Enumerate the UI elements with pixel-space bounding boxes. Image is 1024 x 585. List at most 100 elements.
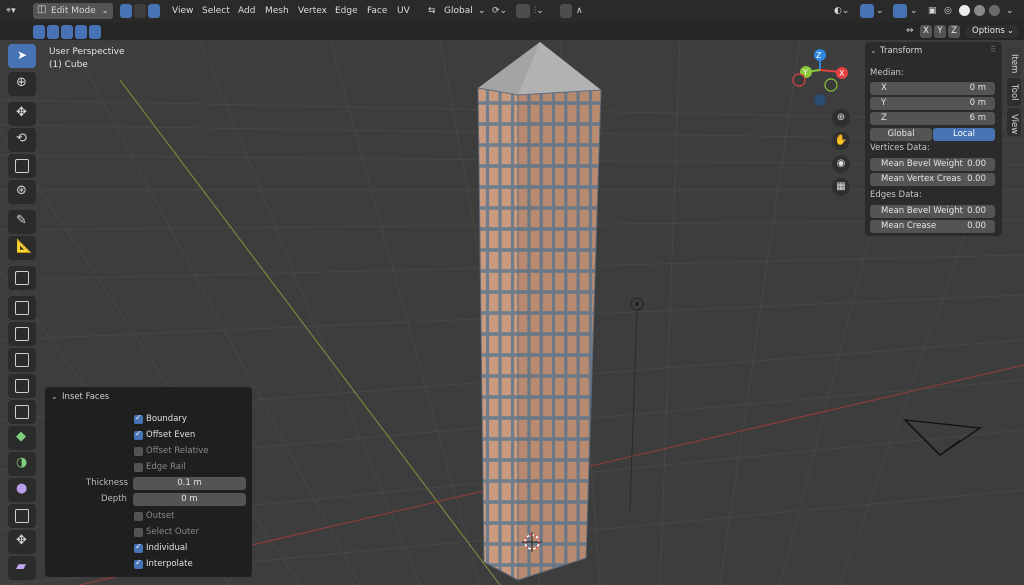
transform-orientation-dropdown[interactable]: Global: [444, 3, 473, 19]
median-y-field[interactable]: Y 0 m: [870, 97, 995, 110]
chevron-down-icon: ⌄: [1006, 6, 1014, 16]
vertex-crease-field[interactable]: Mean Vertex Creas 0.00: [870, 173, 995, 186]
mode-dropdown[interactable]: ◫ Edit Mode ⌄: [33, 3, 113, 19]
navigation-gizmo[interactable]: Z Y X: [792, 49, 848, 106]
outset-checkbox[interactable]: [134, 512, 143, 521]
select-extend-button[interactable]: [47, 25, 59, 39]
chevron-down-icon: ⌄: [478, 6, 486, 16]
scale-tool[interactable]: [8, 154, 36, 178]
interpolate-checkbox[interactable]: [134, 558, 143, 569]
shear-tool[interactable]: ▰: [8, 556, 36, 580]
vertex-select-button[interactable]: [120, 4, 132, 18]
shrink-fatten-tool[interactable]: ✥: [8, 530, 36, 554]
global-toggle[interactable]: Global: [870, 128, 932, 141]
wireframe-shading-icon[interactable]: ◎: [944, 3, 952, 19]
editor-type-icon[interactable]: ⌖▾: [6, 3, 16, 19]
menu-uv[interactable]: UV: [397, 3, 410, 19]
depth-field[interactable]: 0 m: [133, 493, 246, 506]
vertex-bevel-weight-field[interactable]: Mean Bevel Weight 0.00: [870, 158, 995, 171]
transform-panel: ⌄ Transform ⠿ Median: X 0 m Y 0 m Z 6 m …: [865, 42, 1002, 236]
xray-icon[interactable]: ▣: [928, 3, 937, 19]
chevron-down-icon[interactable]: ⌄: [51, 392, 58, 401]
mirror-z-toggle[interactable]: Z: [948, 25, 960, 38]
tab-item[interactable]: Item: [1007, 48, 1021, 76]
annotate-tool[interactable]: ✎: [8, 210, 36, 234]
individual-checkbox[interactable]: [134, 542, 143, 553]
mirror-x-toggle[interactable]: X: [920, 25, 932, 38]
boundary-checkbox[interactable]: [134, 413, 143, 424]
menu-edge[interactable]: Edge: [335, 3, 358, 19]
solid-shading-icon[interactable]: [959, 5, 970, 16]
zoom-icon[interactable]: ⊕: [832, 109, 850, 127]
select-subtract-button[interactable]: [61, 25, 73, 39]
edge-rail-checkbox[interactable]: [134, 463, 143, 472]
3d-viewport[interactable]: Z Y X User Perspective (1) Cube ⊕ ✋ ◉ ▦ …: [0, 40, 1024, 585]
inset-tool[interactable]: [8, 322, 36, 346]
menu-mesh[interactable]: Mesh: [265, 3, 289, 19]
snap-toggle-button[interactable]: [516, 4, 530, 18]
light-object[interactable]: [629, 297, 644, 511]
select-outer-checkbox[interactable]: [134, 528, 143, 537]
snap-icon[interactable]: ⫶⌄: [534, 3, 544, 19]
rendered-shading-icon[interactable]: [989, 5, 1000, 16]
pan-hand-icon[interactable]: ✋: [832, 132, 850, 150]
menu-view[interactable]: View: [172, 3, 193, 19]
tower-mesh[interactable]: [477, 42, 602, 581]
gizmo-toggle-button[interactable]: [860, 4, 874, 18]
thickness-field[interactable]: 0.1 m: [133, 477, 246, 490]
menu-select[interactable]: Select: [202, 3, 230, 19]
falloff-icon[interactable]: ∧: [576, 3, 583, 19]
edge-bevel-weight-field[interactable]: Mean Bevel Weight 0.00: [870, 205, 995, 218]
gizmo-x-label: X: [839, 69, 845, 78]
menu-face[interactable]: Face: [367, 3, 387, 19]
rotate-tool[interactable]: ⟲: [8, 128, 36, 152]
select-box-tool[interactable]: ➤: [8, 44, 36, 68]
cursor-tool[interactable]: ⊕: [8, 72, 36, 96]
chevron-down-icon[interactable]: ⌄: [870, 46, 877, 55]
face-select-button[interactable]: [148, 4, 160, 18]
loop-cut-tool[interactable]: [8, 374, 36, 398]
pivot-icon[interactable]: ⟳⌄: [492, 3, 507, 19]
smooth-icon: ●: [16, 481, 28, 496]
select-box-mode-button[interactable]: [33, 25, 45, 39]
loop-cut-icon: [15, 379, 29, 393]
select-invert-button[interactable]: [75, 25, 87, 39]
measure-tool[interactable]: 📐: [8, 236, 36, 260]
edge-select-button[interactable]: [134, 4, 146, 18]
transform-tool[interactable]: ⊛: [8, 180, 36, 204]
toolbar: ➤ ⊕ ✥ ⟲ ⊛ ✎ 📐 ◆ ◑ ● ✥ ▰: [3, 44, 36, 584]
material-shading-icon[interactable]: [974, 5, 985, 16]
options-dropdown[interactable]: Options ⌄: [966, 25, 1018, 38]
local-toggle[interactable]: Local: [933, 128, 995, 141]
poly-build-tool[interactable]: ◆: [8, 426, 36, 450]
object-name: (1) Cube: [49, 60, 88, 70]
proportional-edit-button[interactable]: [560, 4, 572, 18]
perspective-grid-icon[interactable]: ▦: [832, 178, 850, 196]
median-z-field[interactable]: Z 6 m: [870, 112, 995, 125]
tab-view[interactable]: View: [1007, 108, 1021, 136]
menu-vertex[interactable]: Vertex: [298, 3, 327, 19]
move-tool[interactable]: ✥: [8, 102, 36, 126]
tab-tool[interactable]: Tool: [1007, 78, 1021, 106]
offset-relative-label: Offset Relative: [146, 446, 209, 456]
drag-handle-icon[interactable]: ⠿: [990, 45, 996, 54]
camera-view-icon[interactable]: ◉: [832, 155, 850, 173]
smooth-tool[interactable]: ●: [8, 478, 36, 502]
select-intersect-button[interactable]: [89, 25, 101, 39]
add-cube-tool[interactable]: [8, 266, 36, 290]
menu-add[interactable]: Add: [238, 3, 255, 19]
bevel-tool[interactable]: [8, 348, 36, 372]
edge-slide-tool[interactable]: [8, 504, 36, 528]
spin-tool[interactable]: ◑: [8, 452, 36, 476]
knife-tool[interactable]: [8, 400, 36, 424]
edge-crease-field[interactable]: Mean Crease 0.00: [870, 220, 995, 233]
median-x-field[interactable]: X 0 m: [870, 82, 995, 95]
offset-relative-checkbox[interactable]: [134, 447, 143, 456]
vertices-data-label: Vertices Data:: [870, 143, 930, 153]
mirror-y-toggle[interactable]: Y: [934, 25, 946, 38]
extrude-tool[interactable]: [8, 296, 36, 320]
visibility-icon[interactable]: ◐⌄: [834, 3, 849, 19]
offset-even-checkbox[interactable]: [134, 429, 143, 440]
overlays-toggle-button[interactable]: [893, 4, 907, 18]
pencil-icon: ✎: [16, 213, 27, 228]
